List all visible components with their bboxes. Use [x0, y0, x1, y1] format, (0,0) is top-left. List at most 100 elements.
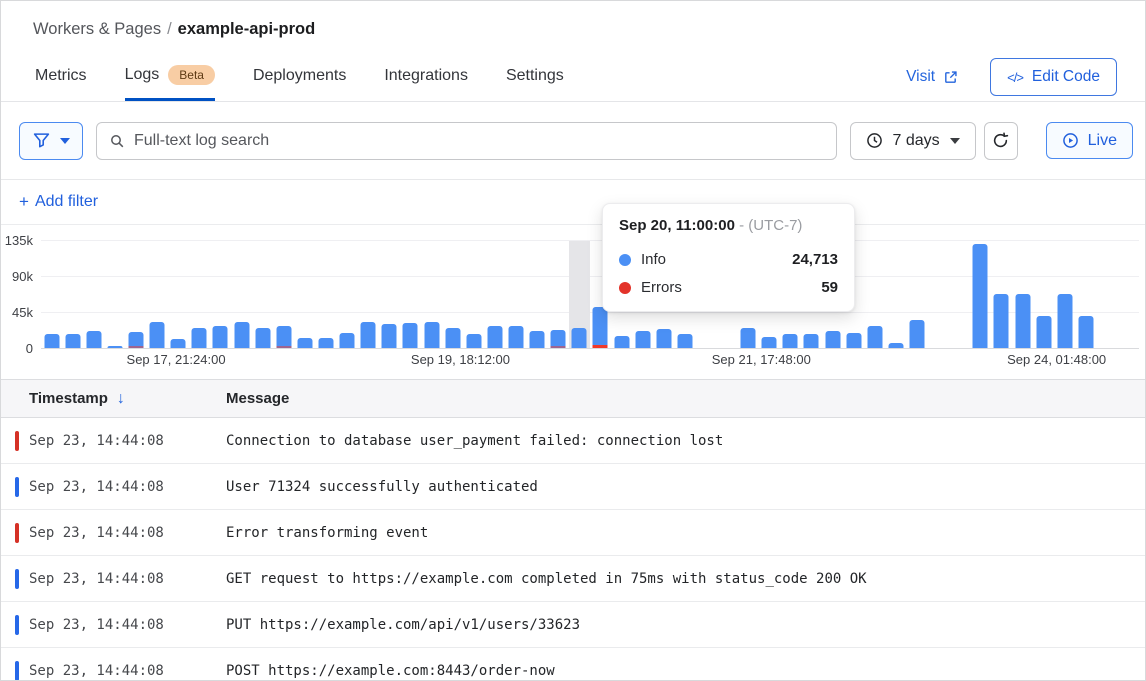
clock-icon	[866, 132, 883, 149]
x-tick-label: Sep 17, 21:24:00	[127, 352, 226, 367]
info-bar	[403, 323, 418, 348]
info-bar	[466, 334, 481, 348]
chart-bar-slot[interactable]	[41, 240, 62, 348]
chart-bar-slot[interactable]	[358, 240, 379, 348]
info-bar	[150, 322, 165, 348]
chart-bar-slot[interactable]	[337, 240, 358, 348]
tab-label: Deployments	[253, 67, 346, 85]
row-message: User 71324 successfully authenticated	[226, 479, 1145, 495]
refresh-button[interactable]	[984, 122, 1018, 160]
row-timestamp: Sep 23, 14:44:08	[1, 479, 226, 495]
filter-dropdown-button[interactable]	[19, 122, 83, 160]
info-bar	[192, 328, 207, 348]
info-bar	[846, 333, 861, 348]
time-range-dropdown[interactable]: 7 days	[850, 122, 976, 160]
chart-bar-slot[interactable]	[928, 240, 949, 348]
info-bar	[614, 336, 629, 348]
chart-bar-slot[interactable]	[315, 240, 336, 348]
info-bar	[297, 338, 312, 348]
chart-bar-slot[interactable]	[147, 240, 168, 348]
table-row[interactable]: Sep 23, 14:44:08 GET request to https://…	[1, 556, 1145, 602]
row-timestamp: Sep 23, 14:44:08	[1, 433, 226, 449]
sort-descending-icon[interactable]: ↓	[117, 390, 125, 408]
chart-bar-slot[interactable]	[569, 240, 590, 348]
search-input[interactable]	[134, 132, 824, 150]
chart-bar-slot[interactable]	[1033, 240, 1054, 348]
row-timestamp: Sep 23, 14:44:08	[1, 663, 226, 679]
info-bar	[234, 322, 249, 348]
chart-bar-slot[interactable]	[252, 240, 273, 348]
chart-bar-slot[interactable]	[463, 240, 484, 348]
live-label: Live	[1088, 132, 1117, 150]
chart-bar-slot[interactable]	[484, 240, 505, 348]
table-row[interactable]: Sep 23, 14:44:08 PUT https://example.com…	[1, 602, 1145, 648]
chart-bar-slot[interactable]	[906, 240, 927, 348]
chart-bar-slot[interactable]	[1118, 240, 1139, 348]
breadcrumb-parent[interactable]: Workers & Pages	[33, 20, 161, 38]
chart-bars	[41, 240, 1139, 348]
chart-bar-slot[interactable]	[273, 240, 294, 348]
info-bar	[171, 339, 186, 348]
chart-bar-slot[interactable]	[1054, 240, 1075, 348]
x-tick-label: Sep 21, 17:48:00	[712, 352, 811, 367]
search-icon	[109, 133, 125, 149]
chart-bar-slot[interactable]	[168, 240, 189, 348]
info-bar	[340, 333, 355, 348]
page-title: example-api-prod	[178, 20, 316, 38]
column-header-timestamp[interactable]: Timestamp ↓	[1, 390, 226, 408]
chart-bar-slot[interactable]	[83, 240, 104, 348]
chart-bar-slot[interactable]	[62, 240, 83, 348]
edit-code-button[interactable]: </> Edit Code	[990, 58, 1117, 96]
chart-bar-slot[interactable]	[885, 240, 906, 348]
tab-logs[interactable]: LogsBeta	[125, 65, 215, 101]
add-filter-button[interactable]: + Add filter	[19, 192, 98, 212]
chart-bar-slot[interactable]	[231, 240, 252, 348]
tab-deployments[interactable]: Deployments	[253, 67, 346, 101]
chart-bar-slot[interactable]	[125, 240, 146, 348]
code-icon: </>	[1007, 70, 1023, 85]
chart-bar-slot[interactable]	[527, 240, 548, 348]
plus-icon: +	[19, 192, 29, 212]
row-message: Error transforming event	[226, 525, 1145, 541]
row-timestamp: Sep 23, 14:44:08	[1, 571, 226, 587]
log-volume-chart[interactable]: 135k90k45k0 Sep 17, 21:24:00Sep 19, 18:1…	[1, 225, 1145, 379]
tab-integrations[interactable]: Integrations	[384, 67, 468, 101]
log-rows: Sep 23, 14:44:08 Connection to database …	[1, 418, 1145, 681]
info-bar	[572, 328, 587, 348]
chart-bar-slot[interactable]	[505, 240, 526, 348]
live-button[interactable]: Live	[1046, 122, 1133, 159]
visit-link[interactable]: Visit	[906, 68, 958, 86]
chart-bar-slot[interactable]	[1075, 240, 1096, 348]
chart-bar-slot[interactable]	[949, 240, 970, 348]
info-bar	[1078, 316, 1093, 348]
beta-badge: Beta	[168, 65, 215, 85]
info-bar	[487, 326, 502, 348]
chart-bar-slot[interactable]	[421, 240, 442, 348]
table-row[interactable]: Sep 23, 14:44:08 Error transforming even…	[1, 510, 1145, 556]
chart-bar-slot[interactable]	[210, 240, 231, 348]
chart-bar-slot[interactable]	[991, 240, 1012, 348]
column-header-message[interactable]: Message	[226, 390, 1145, 407]
chart-bar-slot[interactable]	[189, 240, 210, 348]
table-row[interactable]: Sep 23, 14:44:08 User 71324 successfully…	[1, 464, 1145, 510]
chart-bar-slot[interactable]	[294, 240, 315, 348]
tab-settings[interactable]: Settings	[506, 67, 564, 101]
chart-bar-slot[interactable]	[442, 240, 463, 348]
table-row[interactable]: Sep 23, 14:44:08 POST https://example.co…	[1, 648, 1145, 681]
tooltip-series-row: Errors59	[619, 279, 838, 296]
chart-bar-slot[interactable]	[104, 240, 125, 348]
search-box[interactable]	[96, 122, 837, 160]
tooltip-series-label: Info	[641, 251, 666, 268]
info-bar	[825, 331, 840, 348]
chart-bar-slot[interactable]	[1096, 240, 1117, 348]
chart-bar-slot[interactable]	[400, 240, 421, 348]
chart-bar-slot[interactable]	[864, 240, 885, 348]
tab-metrics[interactable]: Metrics	[35, 67, 87, 101]
chart-bar-slot[interactable]	[970, 240, 991, 348]
chart-bar-slot[interactable]	[379, 240, 400, 348]
info-bar	[44, 334, 59, 348]
info-bar	[1015, 294, 1030, 348]
table-row[interactable]: Sep 23, 14:44:08 Connection to database …	[1, 418, 1145, 464]
chart-bar-slot[interactable]	[1012, 240, 1033, 348]
chart-bar-slot[interactable]	[548, 240, 569, 348]
